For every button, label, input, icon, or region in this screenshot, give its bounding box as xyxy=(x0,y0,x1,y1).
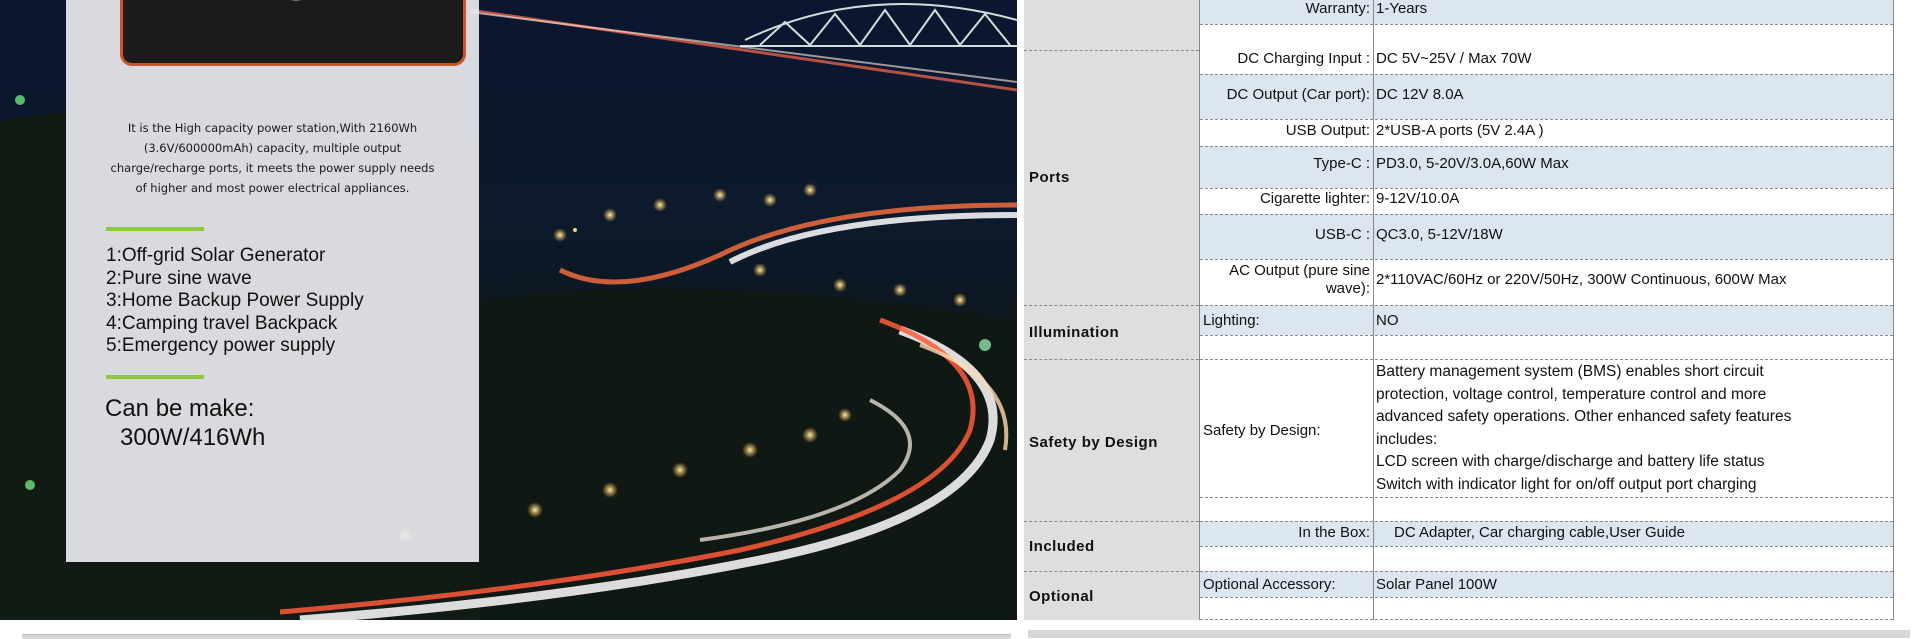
promo-card: It is the High capacity power station,Wi… xyxy=(66,0,479,562)
spec-label: Safety by Design: xyxy=(1203,422,1321,439)
capacity-label: Can be make: xyxy=(105,395,255,422)
spec-value: QC3.0, 5-12V/18W xyxy=(1376,226,1503,243)
spec-label: AC Output (pure sine wave): xyxy=(1229,262,1370,297)
safety-line: Switch with indicator light for on/off o… xyxy=(1376,475,1757,493)
spec-value: PD3.0, 5-20V/3.0A,60W Max xyxy=(1376,155,1569,172)
row-line xyxy=(1200,521,1893,522)
spec-value: 2*110VAC/60Hz or 220V/50Hz, 300W Continu… xyxy=(1376,271,1787,288)
promo-image: It is the High capacity power station,Wi… xyxy=(0,0,1017,620)
feature-list: 1:Off-grid Solar Generator 2:Pure sine w… xyxy=(106,245,364,358)
warranty-label: Warranty: xyxy=(1305,0,1370,17)
scroll-edge xyxy=(22,634,1011,639)
safety-line: Battery management system (BMS) enables … xyxy=(1376,363,1764,380)
row-line xyxy=(1200,24,1893,25)
row-line xyxy=(1200,571,1893,572)
safety-line: includes: xyxy=(1376,430,1438,448)
row-line xyxy=(1200,214,1893,215)
row-line xyxy=(1200,119,1893,120)
promo-bottom-strip xyxy=(0,620,1017,639)
row-line xyxy=(1200,305,1893,306)
feature-item: 4:Camping travel Backpack xyxy=(106,312,338,334)
divider xyxy=(106,375,204,379)
power-knob-icon xyxy=(284,0,308,1)
spec-value: DC Adapter, Car charging cable,User Guid… xyxy=(1394,524,1685,541)
spec-table: Warranty: 1-Years Ports DC Charging Inpu… xyxy=(1024,0,1920,638)
row-line xyxy=(1200,497,1893,498)
row-line xyxy=(1200,188,1893,189)
spec-value: DC 12V 8.0A xyxy=(1376,86,1464,103)
category-line xyxy=(1024,359,1199,360)
spec-value: 2*USB-A ports (5V 2.4A ) xyxy=(1376,122,1544,139)
safety-line: protection, voltage control, temperature… xyxy=(1376,385,1767,403)
spec-value: Solar Panel 100W xyxy=(1376,576,1497,593)
category-line xyxy=(1024,521,1199,522)
category-included: Included xyxy=(1029,538,1095,555)
feature-item: 1:Off-grid Solar Generator xyxy=(106,245,326,266)
feature-item: 3:Home Backup Power Supply xyxy=(106,290,364,311)
spec-label: Cigarette lighter: xyxy=(1259,190,1370,207)
category-column xyxy=(1024,0,1199,620)
intro-text: It is the High capacity power station,Wi… xyxy=(110,121,435,195)
spec-label: Type-C : xyxy=(1313,155,1370,172)
warranty-value: 1-Years xyxy=(1376,0,1428,17)
bridge xyxy=(740,3,1017,47)
scroll-edge xyxy=(1028,630,1910,638)
spec-label: Optional Accessory: xyxy=(1203,576,1336,593)
row-line xyxy=(1200,597,1893,598)
row-line xyxy=(1200,74,1893,75)
category-illumination: Illumination xyxy=(1029,324,1120,341)
safety-line: LCD screen with charge/discharge and bat… xyxy=(1376,453,1765,470)
spec-label: USB-C : xyxy=(1314,226,1370,243)
row-line xyxy=(1200,546,1893,547)
row-line xyxy=(1200,359,1893,360)
spec-label: Lighting: xyxy=(1203,312,1260,329)
row-line xyxy=(1200,619,1893,620)
power-station-image xyxy=(120,0,466,66)
spec-value: 9-12V/10.0A xyxy=(1376,190,1460,207)
spec-label: DC Charging Input : xyxy=(1237,50,1370,67)
safety-line: advanced safety operations. Other enhanc… xyxy=(1376,408,1792,425)
spec-label: In the Box: xyxy=(1298,524,1370,541)
divider xyxy=(106,227,204,231)
row-line xyxy=(1200,259,1893,260)
spec-label: USB Output: xyxy=(1285,122,1370,139)
capacity-value: 300W/416Wh xyxy=(120,424,266,451)
category-line xyxy=(1024,571,1199,572)
spec-value: NO xyxy=(1376,312,1399,329)
spec-label: DC Output (Car port): xyxy=(1226,86,1370,103)
category-line xyxy=(1024,305,1199,306)
feature-item: 5:Emergency power supply xyxy=(106,335,336,356)
category-safety: Safety by Design xyxy=(1029,434,1158,451)
safety-description: Battery management system (BMS) enables … xyxy=(1376,361,1891,496)
category-ports: Ports xyxy=(1029,169,1070,186)
spec-value: DC 5V~25V / Max 70W xyxy=(1376,50,1532,67)
row-line xyxy=(1200,146,1893,147)
feature-item: 2:Pure sine wave xyxy=(106,267,252,289)
row-line xyxy=(1200,335,1893,336)
category-optional: Optional xyxy=(1029,588,1094,605)
column-divider xyxy=(1373,0,1374,620)
category-line xyxy=(1024,50,1199,51)
